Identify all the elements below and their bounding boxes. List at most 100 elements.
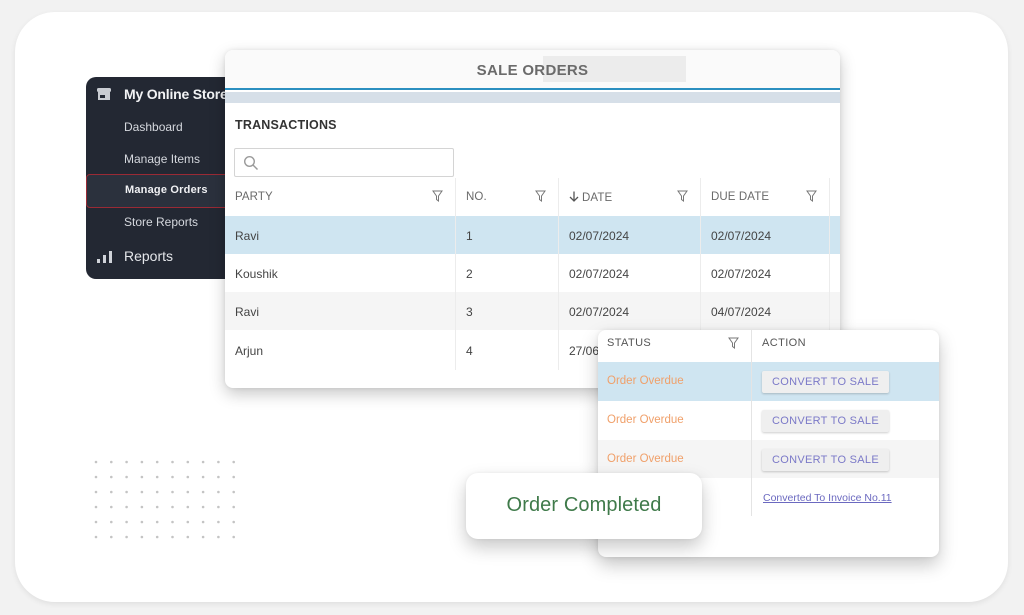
decorative-dot [232, 505, 235, 509]
decorative-dot [232, 520, 235, 524]
cell-date: 02/07/2024 [569, 267, 630, 281]
filter-icon[interactable] [806, 190, 817, 202]
table-row[interactable]: Ravi 1 02/07/2024 02/07/2024 [225, 216, 840, 254]
status-row[interactable]: Order Overdue CONVERT TO SALE [598, 401, 939, 440]
cell-due-date: 02/07/2024 [711, 229, 772, 243]
decorative-dot [125, 490, 128, 494]
sidebar-item-manage-items[interactable]: Manage Items [124, 152, 200, 166]
decorative-dot [171, 490, 174, 494]
decorative-dot [217, 490, 220, 494]
decorative-dot [217, 535, 220, 539]
dot-grid-decoration [94, 460, 235, 539]
decorative-dot [186, 520, 190, 524]
column-header-party[interactable]: PARTY [225, 178, 455, 216]
decorative-dot [155, 490, 159, 494]
decorative-dot [125, 505, 128, 509]
decorative-dot [171, 535, 174, 539]
decorative-dot [201, 475, 205, 479]
cell-party: Koushik [235, 267, 278, 281]
decorative-dot [140, 505, 144, 509]
page-title: SALE ORDERS [476, 62, 589, 79]
cell-no: 1 [466, 229, 473, 243]
decorative-dot [171, 460, 174, 464]
column-divider [751, 330, 752, 516]
filter-icon[interactable] [677, 190, 688, 202]
convert-to-sale-button[interactable]: CONVERT TO SALE [762, 410, 889, 432]
table-header: PARTY NO. DATE DUE DATE [225, 178, 840, 216]
cell-no: 3 [466, 305, 473, 319]
status-text: Order Overdue [607, 453, 684, 465]
decorative-dot [110, 490, 113, 494]
sidebar-item-manage-orders[interactable]: Manage Orders [86, 174, 231, 208]
decorative-dot [217, 460, 220, 464]
search-box[interactable] [234, 148, 454, 177]
table-row[interactable]: Ravi 3 02/07/2024 04/07/2024 [225, 292, 840, 330]
table-row[interactable]: Koushik 2 02/07/2024 02/07/2024 [225, 254, 840, 292]
cell-no: 4 [466, 344, 473, 358]
invoice-link[interactable]: Converted To Invoice No.11 [763, 492, 892, 504]
column-label: PARTY [235, 191, 273, 203]
decorative-dot [125, 520, 128, 524]
toast-notification: Order Completed [466, 473, 702, 539]
decorative-dot [186, 535, 190, 539]
panel-subbar [225, 92, 840, 103]
column-label: NO. [466, 191, 487, 203]
decorative-dot [201, 490, 205, 494]
filter-icon[interactable] [432, 190, 443, 202]
cell-no: 2 [466, 267, 473, 281]
decorative-dot [110, 535, 113, 539]
decorative-dot [217, 505, 220, 509]
decorative-dot [232, 490, 235, 494]
convert-to-sale-button[interactable]: CONVERT TO SALE [762, 371, 889, 393]
decorative-dot [186, 475, 190, 479]
decorative-dot [171, 520, 174, 524]
decorative-dot [140, 520, 144, 524]
sidebar-item-dashboard[interactable]: Dashboard [124, 120, 183, 134]
cell-date: 02/07/2024 [569, 229, 630, 243]
status-row[interactable]: Order Overdue CONVERT TO SALE [598, 362, 939, 401]
filter-icon[interactable] [535, 190, 546, 202]
filter-icon[interactable] [728, 337, 739, 349]
sidebar-header[interactable]: My Online Store [86, 77, 231, 113]
decorative-dot [232, 535, 235, 539]
sidebar-reports-label: Reports [124, 248, 174, 264]
decorative-dot [155, 505, 159, 509]
decorative-dot [186, 460, 190, 464]
decorative-dot [232, 475, 235, 479]
decorative-dot [155, 535, 159, 539]
panel-header: SALE ORDERS [225, 50, 840, 90]
decorative-dot [94, 460, 98, 464]
column-label: DUE DATE [711, 191, 770, 203]
cell-party: Ravi [235, 229, 260, 243]
store-icon [97, 88, 111, 100]
cell-due-date: 04/07/2024 [711, 305, 772, 319]
decorative-dot [140, 475, 144, 479]
column-divider [455, 178, 456, 370]
decorative-dot [155, 460, 159, 464]
sidebar-item-label: Manage Orders [125, 184, 208, 196]
sidebar-title: My Online Store [124, 86, 228, 102]
decorative-dot [140, 535, 144, 539]
decorative-dot [201, 520, 205, 524]
sidebar-item-store-reports[interactable]: Store Reports [124, 215, 198, 229]
decorative-dot [110, 505, 113, 509]
cell-party: Ravi [235, 305, 260, 319]
decorative-dot [217, 475, 220, 479]
decorative-dot [186, 490, 190, 494]
cell-due-date: 02/07/2024 [711, 267, 772, 281]
sidebar: My Online Store Dashboard Manage Items M… [86, 77, 231, 279]
status-text: Order Overdue [607, 414, 684, 426]
decorative-dot [125, 535, 128, 539]
decorative-dot [94, 505, 98, 509]
convert-to-sale-button[interactable]: CONVERT TO SALE [762, 449, 889, 471]
decorative-dot [171, 475, 174, 479]
column-header-status[interactable]: STATUS [607, 337, 651, 349]
decorative-dot [186, 505, 190, 509]
decorative-dot [217, 520, 220, 524]
toast-message: Order Completed [506, 494, 662, 516]
search-input[interactable] [265, 153, 445, 173]
decorative-dot [94, 535, 98, 539]
decorative-dot [110, 520, 113, 524]
search-icon [243, 155, 259, 171]
decorative-dot [110, 460, 113, 464]
